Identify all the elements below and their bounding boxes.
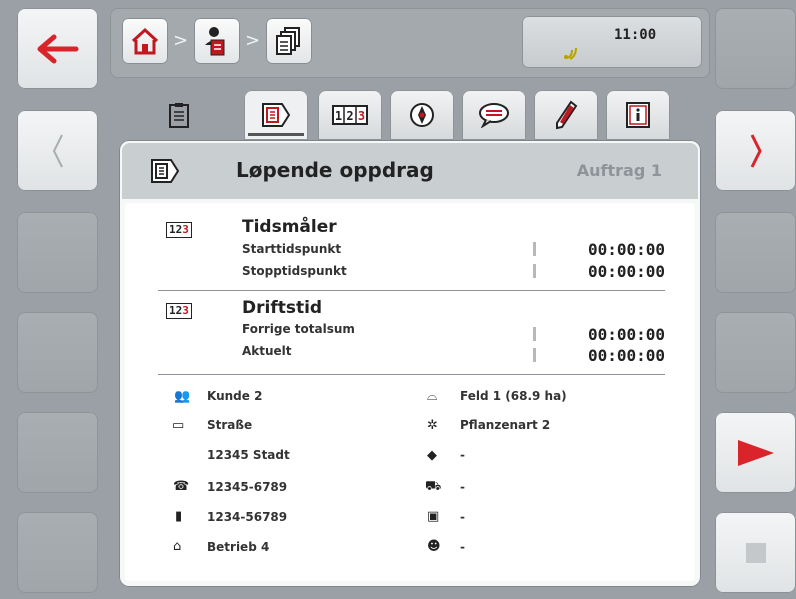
city: 12345 Stadt — [207, 448, 290, 462]
tractor: - — [460, 480, 465, 494]
street: Straße — [207, 418, 253, 432]
counter-icon: 123 — [166, 222, 192, 238]
divider — [158, 374, 665, 375]
crop-type: Pflanzenart 2 — [460, 418, 551, 432]
softkey-left-4[interactable] — [17, 312, 98, 393]
softkey-right-4[interactable] — [715, 312, 796, 393]
svg-text:1: 1 — [335, 109, 342, 123]
address-icon: ▭ — [172, 418, 185, 433]
row-value-previous-total: 00:00:00 — [587, 325, 665, 344]
info-document-icon — [626, 102, 650, 128]
value-indicator — [533, 242, 536, 256]
tab-edit[interactable] — [534, 90, 598, 140]
value-indicator — [533, 264, 536, 278]
chevron-right-icon — [750, 133, 762, 168]
person-document-icon — [205, 27, 225, 56]
breadcrumb-order-management[interactable] — [194, 18, 240, 64]
counter-icon: 1 2 3 — [332, 105, 368, 125]
plant-icon: ✲ — [427, 418, 438, 433]
stop-button[interactable] — [715, 512, 796, 593]
stop-icon — [745, 542, 766, 563]
header-bar: > > 11:00 — [110, 8, 710, 78]
value-indicator — [533, 327, 536, 341]
start-button[interactable] — [715, 412, 796, 493]
tab-info[interactable] — [606, 90, 670, 140]
arrow-left-icon — [37, 34, 78, 63]
softkey-left-6[interactable] — [17, 512, 98, 593]
customer-name: Kunde 2 — [207, 389, 263, 403]
home-icon — [131, 27, 159, 55]
home-button[interactable] — [122, 18, 168, 64]
chevron-left-icon — [52, 134, 63, 167]
breadcrumb-separator: > — [173, 30, 189, 51]
tab-counters[interactable]: 1 2 3 — [318, 90, 382, 140]
mobile-phone-icon: ▮ — [175, 509, 183, 524]
row-label-stop: Stopptidspunkt — [242, 264, 347, 278]
panel-header: Løpende oppdrag Auftrag 1 — [122, 143, 698, 199]
play-icon — [737, 439, 774, 466]
clock: 11:00 — [614, 27, 657, 43]
driver-icon: ☻ — [427, 539, 441, 554]
tab-running-order[interactable] — [244, 90, 308, 140]
farm: Betrieb 4 — [207, 540, 270, 554]
panel-content: 123 Tidsmåler Starttidspunkt 00:00:00 St… — [125, 203, 695, 581]
field-icon: ⌓ — [427, 389, 438, 404]
tab-overview[interactable] — [147, 90, 211, 140]
row-value-current: 00:00:00 — [587, 346, 665, 365]
farm-icon: ⌂ — [173, 539, 182, 554]
section-title-timer: Tidsmåler — [242, 217, 337, 237]
tab-navigation[interactable] — [390, 90, 454, 140]
scroll-right-button[interactable] — [715, 110, 796, 191]
comment-icon — [479, 103, 509, 128]
product: - — [460, 448, 465, 462]
clipboard-icon — [169, 103, 189, 128]
svg-text:2: 2 — [346, 109, 353, 123]
order-name: Auftrag 1 — [576, 161, 662, 180]
counter-icon: 123 — [166, 303, 192, 319]
mobile-phone: 1234-56789 — [207, 510, 288, 524]
connection-icon — [564, 47, 577, 60]
back-button[interactable] — [17, 8, 98, 89]
row-label-start: Starttidspunkt — [242, 242, 342, 256]
document-stack-icon — [276, 27, 300, 55]
compass-icon — [410, 103, 434, 127]
machine-icon: ▣ — [427, 509, 440, 524]
order-panel: Løpende oppdrag Auftrag 1 123 Tidsmåler … — [119, 140, 701, 587]
row-value-start: 00:00:00 — [587, 240, 665, 259]
softkey-right-1[interactable] — [715, 8, 796, 89]
tab-comments[interactable] — [462, 90, 526, 140]
status-display: 11:00 — [522, 16, 702, 68]
machine: - — [460, 510, 465, 524]
tractor-icon: ⛟ — [425, 479, 442, 494]
row-value-stop: 00:00:00 — [587, 262, 665, 281]
running-order-icon — [262, 103, 291, 127]
product-icon: ◆ — [427, 448, 437, 463]
softkey-left-3[interactable] — [17, 212, 98, 293]
pencil-icon — [556, 100, 578, 130]
running-order-icon — [151, 159, 180, 183]
svg-text:3: 3 — [358, 109, 365, 123]
driver: - — [460, 540, 465, 554]
field: Feld 1 (68.9 ha) — [460, 389, 567, 403]
telephone-icon: ☎ — [173, 479, 190, 494]
value-indicator — [533, 348, 536, 362]
breadcrumb-orders[interactable] — [266, 18, 312, 64]
breadcrumb-separator: > — [245, 30, 261, 51]
telephone: 12345-6789 — [207, 480, 288, 494]
page-title: Løpende oppdrag — [236, 158, 434, 182]
section-title-runtime: Driftstid — [242, 298, 323, 318]
scroll-left-button[interactable] — [17, 110, 98, 191]
row-label-previous-total: Forrige totalsum — [242, 322, 355, 336]
softkey-right-3[interactable] — [715, 212, 796, 293]
softkey-left-5[interactable] — [17, 412, 98, 493]
divider — [158, 290, 665, 291]
customer-icon: 👥 — [174, 389, 191, 404]
row-label-current: Aktuelt — [242, 344, 292, 358]
